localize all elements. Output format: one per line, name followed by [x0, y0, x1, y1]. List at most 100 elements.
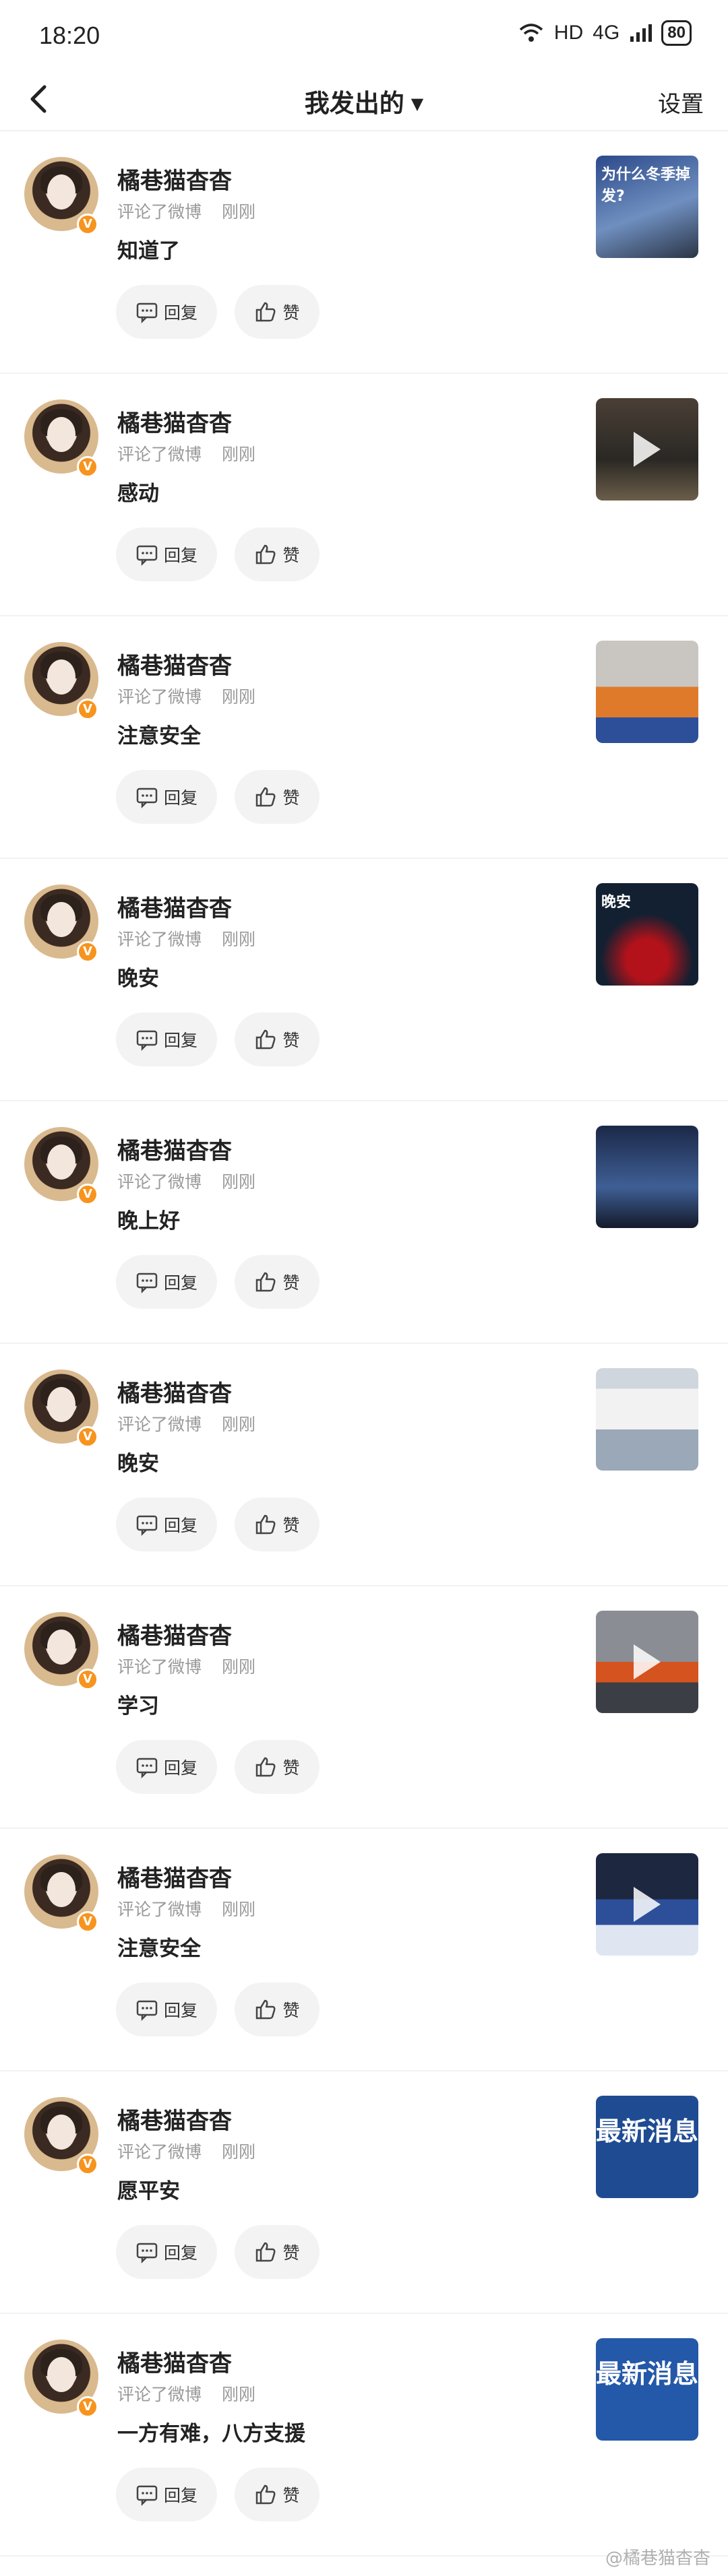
- user-name[interactable]: 橘巷猫杳杳: [117, 647, 232, 680]
- reply-label: 回复: [163, 1758, 198, 1778]
- comment-item[interactable]: V 橘巷猫杳杳 评论了微博 刚刚 感动 回复 赞: [0, 374, 728, 616]
- like-button[interactable]: 赞: [235, 1255, 320, 1309]
- comment-item[interactable]: V 橘巷猫杳杳 评论了微博 刚刚 注意安全 回复 赞: [0, 616, 728, 859]
- user-name[interactable]: 橘巷猫杳杳: [117, 2102, 232, 2135]
- reply-button[interactable]: 回复: [116, 1012, 217, 1066]
- comment-icon: [136, 1030, 158, 1051]
- like-button[interactable]: 赞: [235, 1983, 320, 2036]
- thumbs-up-icon: [256, 1514, 276, 1535]
- play-icon: [634, 1644, 661, 1679]
- timestamp: 刚刚: [222, 1415, 256, 1434]
- like-button[interactable]: 赞: [235, 770, 320, 824]
- like-button[interactable]: 赞: [235, 285, 320, 339]
- reply-label: 回复: [163, 2001, 198, 2020]
- like-button[interactable]: 赞: [235, 2468, 320, 2521]
- action-text: 评论了微博: [117, 687, 202, 707]
- action-text: 评论了微博: [117, 1172, 202, 1192]
- user-name[interactable]: 橘巷猫杳杳: [117, 1375, 232, 1408]
- weibo-thumbnail[interactable]: 晚安: [596, 883, 698, 986]
- weibo-thumbnail[interactable]: [596, 1853, 698, 1956]
- nav-bar: 我发出的 ▼ 设置: [0, 71, 728, 131]
- thumbnail-caption: 晚安: [601, 894, 632, 911]
- user-name[interactable]: 橘巷猫杳杳: [117, 2345, 232, 2378]
- user-name[interactable]: 橘巷猫杳杳: [117, 1860, 232, 1893]
- weibo-thumbnail[interactable]: 最新消息: [596, 2338, 698, 2441]
- comment-icon: [136, 1758, 158, 1778]
- comment-meta: 评论了微博 刚刚: [117, 1654, 255, 1678]
- weibo-thumbnail[interactable]: 最新消息: [596, 2096, 698, 2198]
- comment-item[interactable]: V 橘巷猫杳杳 评论了微博 刚刚 注意安全 回复 赞: [0, 1829, 728, 2071]
- watermark: @橘巷猫杳杳: [605, 2548, 710, 2569]
- like-button[interactable]: 赞: [235, 1012, 320, 1066]
- action-text: 评论了微博: [117, 1657, 202, 1677]
- reply-button[interactable]: 回复: [116, 1498, 217, 1551]
- timestamp: 刚刚: [222, 2142, 256, 2162]
- user-name[interactable]: 橘巷猫杳杳: [117, 1132, 232, 1165]
- comment-icon: [136, 545, 158, 566]
- reply-button[interactable]: 回复: [116, 2225, 217, 2279]
- thumbs-up-icon: [256, 787, 276, 807]
- user-name[interactable]: 橘巷猫杳杳: [117, 1617, 232, 1650]
- like-button[interactable]: 赞: [235, 2225, 320, 2279]
- like-label: 赞: [282, 2243, 300, 2263]
- play-icon: [634, 1887, 661, 1922]
- comment-item[interactable]: V 橘巷猫杳杳 评论了微博 刚刚 知道了 回复 赞 为什么冬季掉发?: [0, 131, 728, 374]
- like-button[interactable]: 赞: [235, 1498, 320, 1551]
- reply-button[interactable]: 回复: [116, 2468, 217, 2521]
- avatar-face: [47, 2357, 75, 2392]
- verified-badge-icon: V: [77, 1911, 98, 1933]
- comment-icon: [136, 302, 158, 323]
- thumbs-up-icon: [256, 2242, 276, 2262]
- comment-item[interactable]: V 橘巷猫杳杳 评论了微博 刚刚 晚上好 回复 赞: [0, 1101, 728, 1344]
- avatar-face: [47, 1387, 75, 1422]
- weibo-thumbnail[interactable]: [596, 1126, 698, 1228]
- reply-button[interactable]: 回复: [116, 1740, 217, 1794]
- action-text: 评论了微博: [117, 445, 202, 464]
- comment-text: 晚安: [117, 1452, 159, 1476]
- reply-button[interactable]: 回复: [116, 1983, 217, 2036]
- timestamp: 刚刚: [222, 202, 256, 222]
- weibo-thumbnail[interactable]: [596, 398, 698, 501]
- thumbs-up-icon: [256, 2484, 276, 2505]
- comment-item[interactable]: V 橘巷猫杳杳 评论了微博 刚刚 愿平安 回复 赞 最新消息: [0, 2071, 728, 2314]
- like-button[interactable]: 赞: [235, 1740, 320, 1794]
- thumbs-up-icon: [256, 544, 276, 565]
- like-button[interactable]: 赞: [235, 527, 320, 581]
- signal-label: 4G: [593, 22, 620, 44]
- weibo-thumbnail[interactable]: [596, 1368, 698, 1471]
- comment-text: 知道了: [117, 239, 180, 263]
- comment-item[interactable]: V 橘巷猫杳杳 评论了微博 刚刚 晚安 回复 赞: [0, 1344, 728, 1586]
- comment-item[interactable]: V 橘巷猫杳杳 评论了微博 刚刚 一方有难，八方支援 回复 赞 最新消息: [0, 2314, 728, 2556]
- avatar-face: [47, 1630, 75, 1665]
- comment-meta: 评论了微博 刚刚: [117, 1896, 255, 1921]
- weibo-thumbnail[interactable]: 为什么冬季掉发?: [596, 156, 698, 258]
- comment-icon: [136, 1515, 158, 1536]
- avatar-face: [47, 1872, 75, 1907]
- comment-text: 愿平安: [117, 2179, 180, 2203]
- verified-badge-icon: V: [77, 941, 98, 963]
- settings-button[interactable]: 设置: [658, 86, 704, 119]
- user-name[interactable]: 橘巷猫杳杳: [117, 162, 232, 195]
- like-label: 赞: [282, 1516, 300, 1535]
- like-label: 赞: [282, 788, 300, 808]
- user-name[interactable]: 橘巷猫杳杳: [117, 405, 232, 438]
- reply-button[interactable]: 回复: [116, 770, 217, 824]
- comment-meta: 评论了微博 刚刚: [117, 1411, 255, 1436]
- reply-button[interactable]: 回复: [116, 1255, 217, 1309]
- weibo-thumbnail[interactable]: [596, 1611, 698, 1713]
- avatar-face: [47, 659, 75, 695]
- comment-item[interactable]: V 橘巷猫杳杳 评论了微博 刚刚 晚安 回复 赞 晚安: [0, 859, 728, 1101]
- comment-item[interactable]: V 橘巷猫杳杳 评论了微博 刚刚 学习 回复 赞: [0, 1586, 728, 1829]
- verified-badge-icon: V: [77, 1184, 98, 1205]
- user-name[interactable]: 橘巷猫杳杳: [117, 890, 232, 923]
- weibo-thumbnail[interactable]: [596, 641, 698, 743]
- comment-list: V 橘巷猫杳杳 评论了微博 刚刚 知道了 回复 赞 为什么冬季掉发? V 橘巷猫…: [0, 131, 728, 2556]
- page-title-dropdown[interactable]: 我发出的 ▼: [0, 83, 728, 119]
- comment-icon: [136, 2485, 158, 2506]
- thumbnail-caption: 最新消息: [596, 2359, 698, 2389]
- comment-text: 注意安全: [117, 1937, 201, 1961]
- reply-button[interactable]: 回复: [116, 527, 217, 581]
- timestamp: 刚刚: [222, 1172, 256, 1192]
- like-label: 赞: [282, 303, 300, 323]
- reply-button[interactable]: 回复: [116, 285, 217, 339]
